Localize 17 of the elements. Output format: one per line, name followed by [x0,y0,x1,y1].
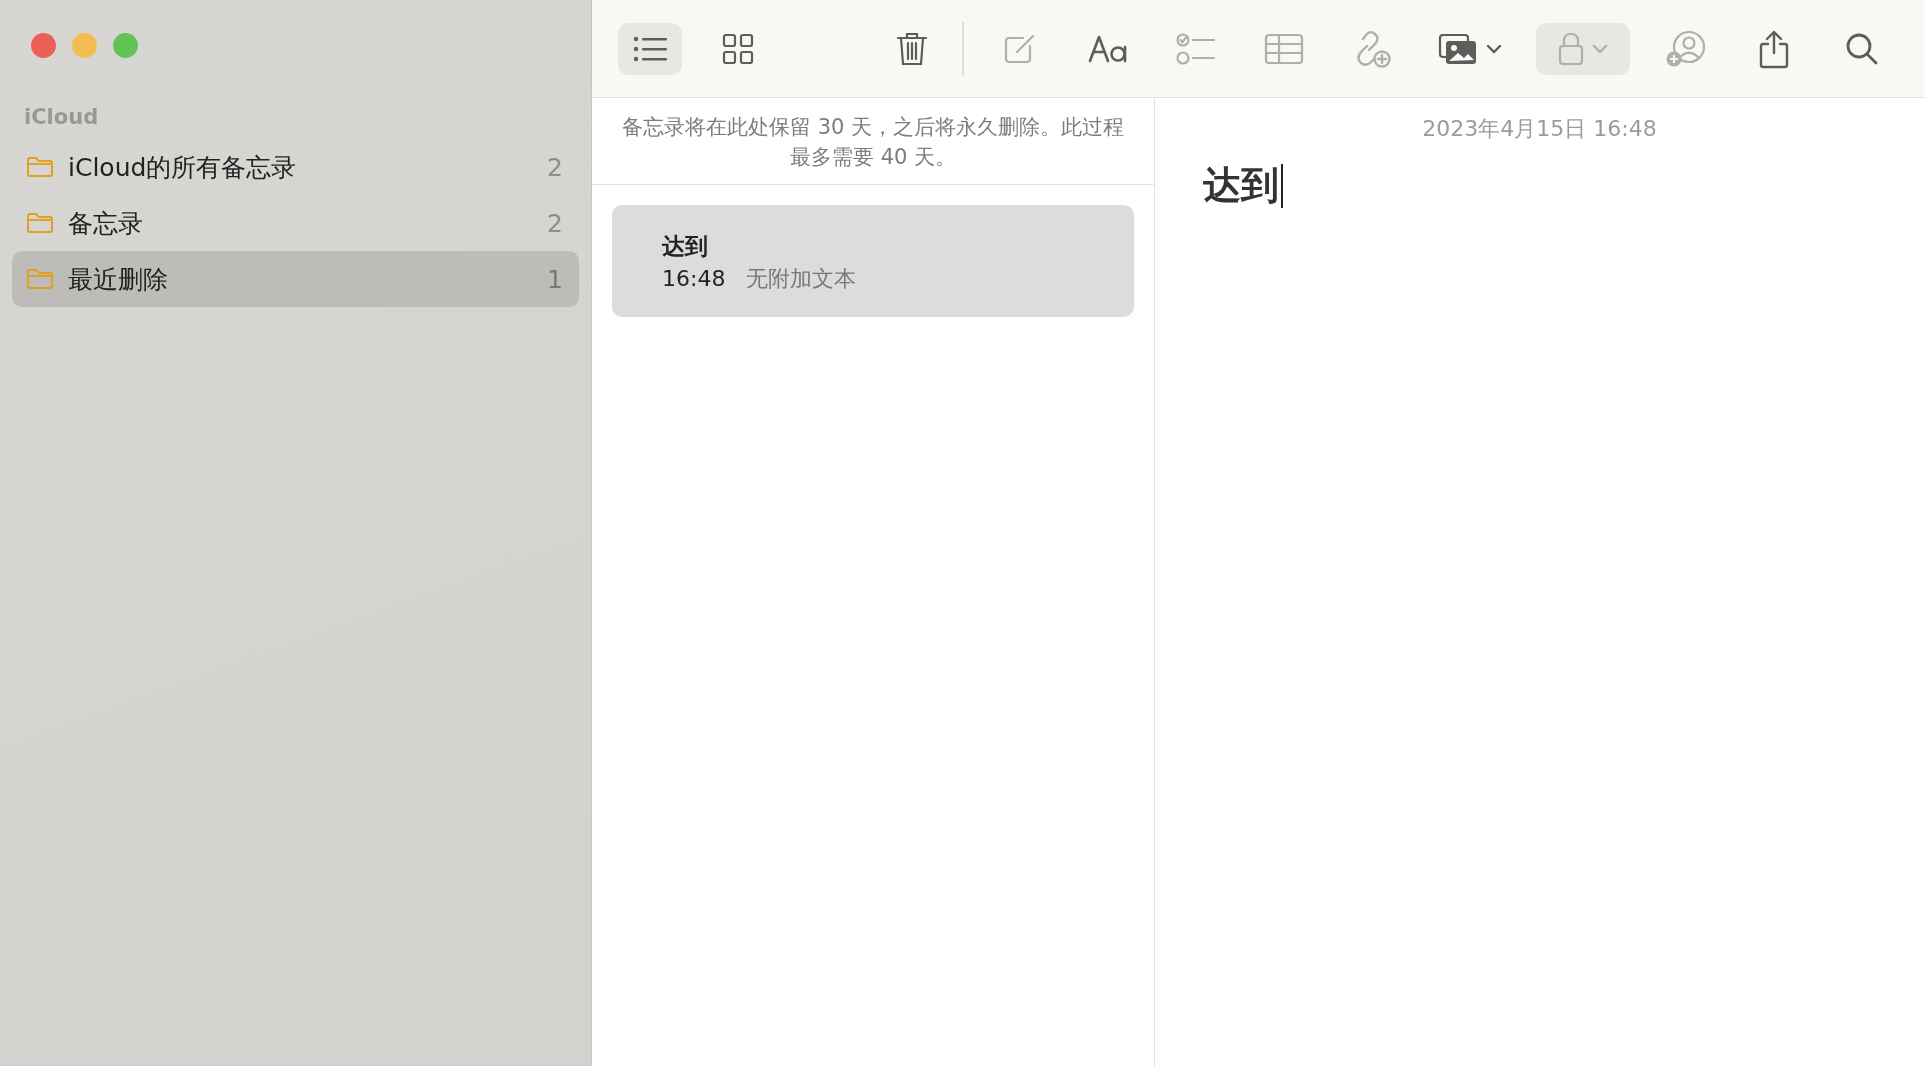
folder-name: 备忘录 [68,207,144,240]
note-time: 16:48 [662,266,726,291]
folder-item[interactable]: 备忘录 2 [12,195,579,251]
section-title: iCloud [23,104,100,131]
note-count: 2 [547,152,563,182]
note-date: 2023年4月15日 16:48 [1421,115,1658,143]
note-heading: 达到 [1203,162,1279,209]
note-count: 2 [547,208,563,238]
note-title: 达到 [662,232,709,261]
notice-text: 备忘录将在此处保留 30 天，之后将永久删除。此过程最多需要 40 天。 [592,98,1154,185]
folder-name: 最近删除 [68,263,169,296]
folder-item[interactable]: iCloud的所有备忘录 2 [12,139,579,195]
note-item[interactable]: 达到 16:48 无附加文本 [612,205,1134,317]
folder-item[interactable]: 最近删除 1 [12,251,579,307]
folder-name: iCloud的所有备忘录 [68,151,298,184]
note-count: 1 [547,264,563,294]
note-preview: 无附加文本 [746,266,857,291]
